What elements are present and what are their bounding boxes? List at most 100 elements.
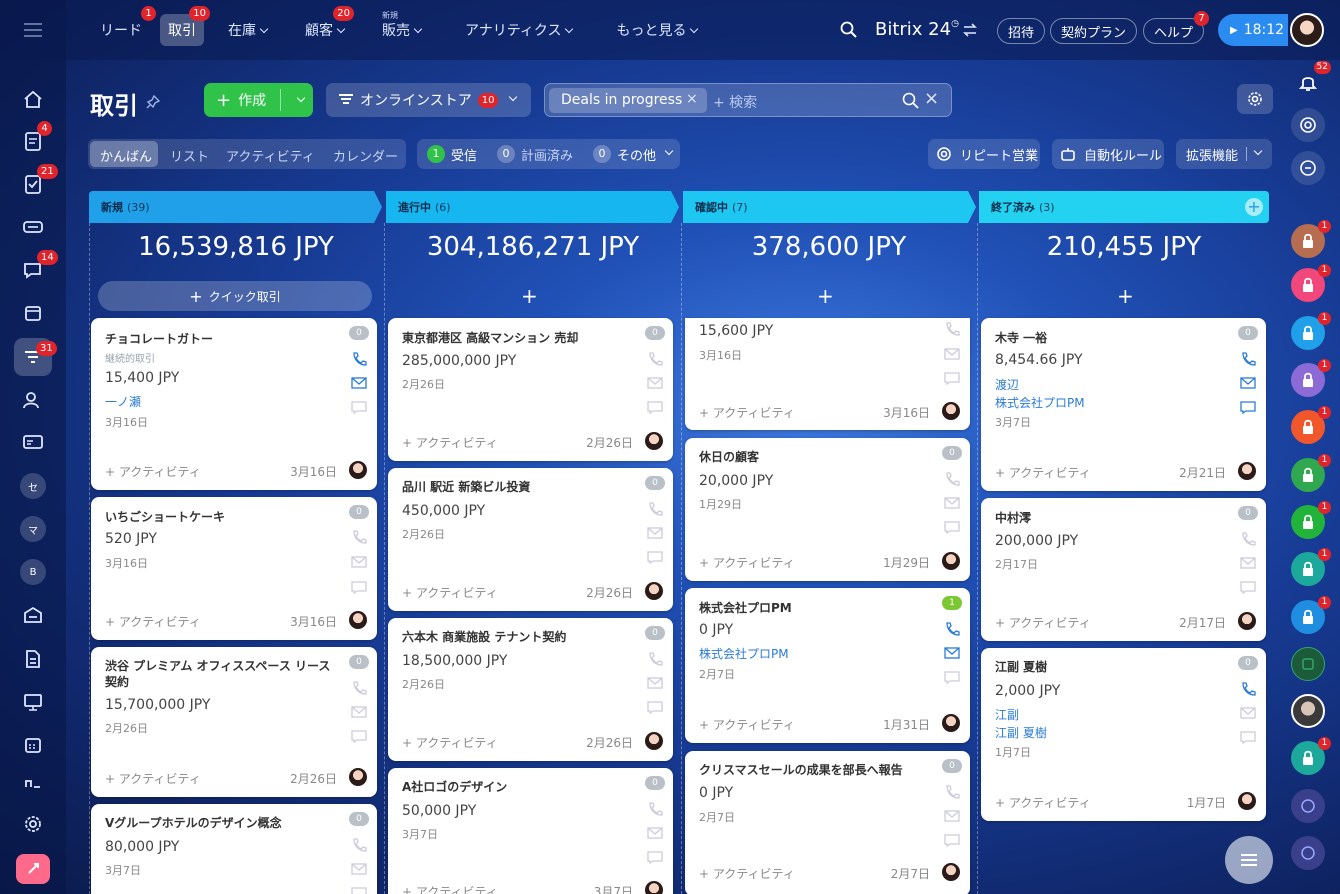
add-activity-link[interactable]: + アクティビティ	[402, 883, 498, 894]
settings-button[interactable]	[1237, 84, 1273, 114]
lock-chat-icon[interactable]: 1	[1291, 548, 1331, 586]
mail-icon[interactable]	[1240, 706, 1256, 720]
floating-list-button[interactable]	[1225, 836, 1273, 884]
deal-card[interactable]: A社ロゴのデザイン 0 50,000 JPY 3月7日 + アクティビティ 3月…	[388, 768, 673, 894]
responsible-avatar[interactable]	[1238, 462, 1256, 480]
mail-icon[interactable]	[647, 376, 663, 390]
contact-avatar[interactable]	[1291, 694, 1325, 728]
lock-chat-icon[interactable]: 1	[1291, 220, 1331, 258]
message-icon[interactable]	[351, 580, 367, 594]
store-button[interactable]: オンラインストア 10	[326, 83, 531, 117]
mail-icon[interactable]	[351, 555, 367, 569]
responsible-avatar[interactable]	[645, 582, 663, 600]
mail-icon[interactable]	[944, 496, 960, 510]
message-icon[interactable]	[647, 850, 663, 864]
copilot-chat-icon[interactable]	[1291, 789, 1325, 823]
card-icon[interactable]	[19, 428, 47, 456]
lock-chat-icon[interactable]: 1	[1291, 596, 1331, 634]
message-icon[interactable]	[944, 520, 960, 534]
phone-icon[interactable]	[944, 622, 960, 636]
deal-card[interactable]: 株式会社プロPM 1 0 JPY 株式会社プロPM 2月7日 + アクティビティ…	[685, 588, 970, 743]
deal-card[interactable]: 中村澪 0 200,000 JPY 2月17日 + アクティビティ 2月17日	[981, 498, 1266, 641]
phone-icon[interactable]	[647, 502, 663, 516]
rocket-icon[interactable]	[16, 854, 50, 884]
responsible-avatar[interactable]	[1238, 612, 1256, 630]
phone-icon[interactable]	[944, 785, 960, 799]
responsible-avatar[interactable]	[349, 611, 367, 629]
tab-kanban[interactable]: かんばん	[100, 146, 152, 165]
phone-icon[interactable]	[1240, 352, 1256, 366]
message-icon[interactable]	[944, 833, 960, 847]
filter-tag-remove-icon[interactable]: ×	[686, 91, 698, 107]
mail-icon[interactable]	[351, 862, 367, 876]
mail-icon[interactable]	[1240, 556, 1256, 570]
phone-icon[interactable]	[944, 472, 960, 486]
filter-search-bar[interactable]: Deals in progress × + 検索 ×	[544, 83, 952, 117]
counter-other[interactable]: その他	[617, 145, 656, 164]
lock-chat-icon[interactable]: 1	[1291, 312, 1331, 350]
deal-title[interactable]: 休日の顧客	[699, 448, 759, 465]
tasks-icon[interactable]: 4	[19, 121, 52, 155]
message-icon[interactable]	[351, 886, 367, 894]
deal-title-line2[interactable]: 契約	[105, 673, 129, 690]
deal-title[interactable]: 江副 夏樹	[995, 658, 1047, 675]
message-icon[interactable]	[647, 400, 663, 414]
nav-deals[interactable]: 取引 10	[160, 6, 210, 46]
responsible-avatar[interactable]	[645, 732, 663, 750]
deal-title[interactable]: 中村澪	[995, 509, 1031, 526]
repeat-sales-button[interactable]: リピート営業	[928, 139, 1040, 169]
add-deal-icon[interactable]: +	[1117, 284, 1134, 308]
help-button[interactable]: ヘルプ 7	[1143, 11, 1210, 44]
deal-company-link[interactable]: 株式会社プロPM	[995, 394, 1085, 411]
quick-deal-button[interactable]: + クイック取引	[98, 281, 372, 311]
responsible-avatar[interactable]	[942, 714, 960, 732]
add-activity-link[interactable]: + アクティビティ	[105, 770, 201, 787]
nav-leads[interactable]: リード 1	[92, 6, 156, 46]
drive-icon[interactable]	[19, 213, 47, 241]
message-icon[interactable]	[647, 700, 663, 714]
search-chat-icon[interactable]	[1291, 151, 1325, 185]
bell-icon[interactable]: 52	[1291, 61, 1331, 99]
lock-chat-icon[interactable]: 1	[1291, 501, 1331, 539]
add-activity-link[interactable]: + アクティビティ	[699, 716, 795, 733]
deal-card[interactable]: 休日の顧客 0 20,000 JPY 1月29日 + アクティビティ 1月29日	[685, 438, 970, 581]
add-activity-link[interactable]: + アクティビティ	[995, 464, 1091, 481]
nav-inventory[interactable]: 在庫	[220, 14, 275, 46]
add-activity-link[interactable]: + アクティビティ	[995, 614, 1091, 631]
presentation-icon[interactable]	[19, 688, 47, 716]
responsible-avatar[interactable]	[349, 768, 367, 786]
add-deal-icon[interactable]: +	[521, 284, 538, 308]
lock-chat-icon[interactable]: 1	[1291, 406, 1331, 444]
deal-title[interactable]: 六本木 商業施設 テナント契約	[402, 628, 566, 645]
deal-company-link[interactable]: 株式会社プロPM	[699, 645, 789, 662]
calendar-icon[interactable]	[19, 299, 47, 327]
message-icon[interactable]	[351, 729, 367, 743]
workspace-ma-icon[interactable]: マ	[20, 516, 46, 542]
store-icon[interactable]	[19, 601, 47, 629]
phone-icon[interactable]	[944, 322, 960, 336]
deal-title[interactable]: Vグループホテルのデザイン概念	[105, 814, 282, 831]
workspace-se-icon[interactable]: セ	[20, 473, 46, 499]
deal-card[interactable]: チョコレートガトー 0 継続的取引 15,400 JPY 一ノ瀬 3月16日 +…	[91, 318, 377, 490]
deal-card[interactable]: クリスマスセールの成果を部長へ報告 0 0 JPY 2月7日 + アクティビティ…	[685, 751, 970, 894]
mail-icon[interactable]	[351, 705, 367, 719]
responsible-avatar[interactable]	[942, 402, 960, 420]
mail-icon[interactable]	[647, 526, 663, 540]
mail-icon[interactable]	[1240, 376, 1256, 390]
settings-icon[interactable]	[19, 810, 47, 838]
responsible-avatar[interactable]	[942, 863, 960, 881]
extensions-button[interactable]: 拡張機能	[1176, 139, 1272, 169]
message-icon[interactable]	[1240, 730, 1256, 744]
contacts-icon[interactable]	[19, 386, 47, 414]
nav-more[interactable]: もっと見る	[608, 14, 705, 46]
responsible-avatar[interactable]	[645, 881, 663, 894]
deal-contact-link[interactable]: 江副	[995, 706, 1019, 723]
plan-button[interactable]: 契約プラン	[1050, 18, 1138, 44]
mail-icon[interactable]	[944, 809, 960, 823]
add-activity-link[interactable]: + アクティビティ	[699, 404, 795, 421]
pin-icon[interactable]	[146, 94, 161, 113]
brand-logo[interactable]: Bitrix 24◷	[875, 19, 959, 40]
deal-card[interactable]: Vグループホテルのデザイン概念 0 80,000 JPY 3月7日	[91, 804, 377, 894]
pulse-icon[interactable]	[19, 768, 47, 796]
copilot-chat-icon[interactable]	[1291, 836, 1325, 870]
